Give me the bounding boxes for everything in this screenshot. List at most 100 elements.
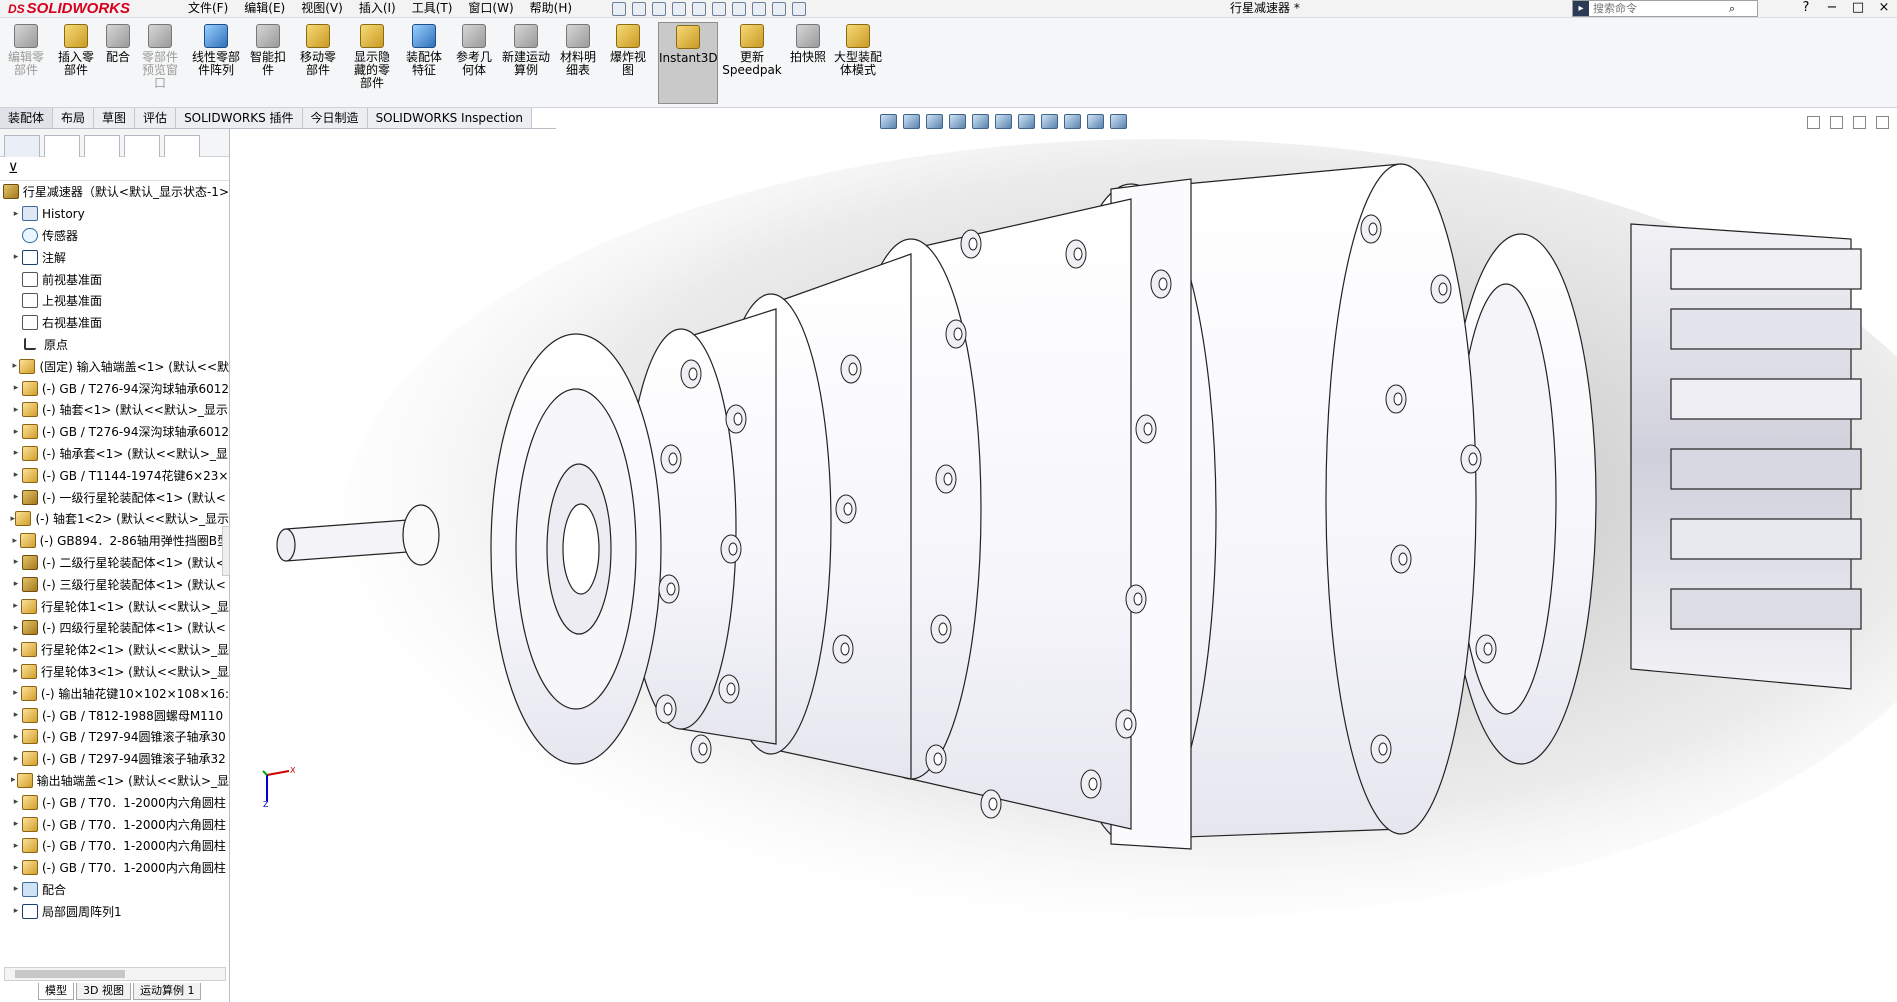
expand-arrow-icon[interactable]: ▸ (10, 906, 22, 916)
tree-item[interactable]: ▸ (-) 二级行星轮装配体<1> (默认< (0, 552, 229, 574)
zoom-to-fit-icon[interactable] (880, 114, 897, 129)
close-button[interactable]: × (1871, 0, 1897, 18)
expand-arrow-icon[interactable]: ▸ (10, 557, 22, 567)
tab-assembly[interactable]: 装配体 (0, 108, 54, 128)
tab-motion-study[interactable]: 运动算例 1 (132, 983, 202, 1000)
tree-horizontal-scrollbar[interactable] (4, 967, 226, 981)
edit-appearance-icon[interactable] (1064, 114, 1081, 129)
scrollbar-thumb[interactable] (15, 970, 125, 978)
search-input[interactable] (1589, 1, 1729, 16)
tree-item[interactable]: ▸ (-) GB / T70．1-2000内六角圆柱 (0, 813, 229, 835)
new-document-icon[interactable] (632, 2, 646, 16)
tree-item[interactable]: 原点 (0, 334, 229, 356)
dynamic-annotation-icon[interactable] (972, 114, 989, 129)
search-box[interactable]: ▸ ⌕ (1572, 0, 1758, 17)
graphics-area[interactable]: X Z (231, 129, 1897, 1002)
tree-item[interactable]: ▸ (-) 四级行星轮装配体<1> (默认< (0, 617, 229, 639)
new-motion-study-button[interactable]: 新建运动算例 (502, 22, 550, 104)
search-scope-icon[interactable]: ▸ (1573, 1, 1589, 16)
home-icon[interactable] (612, 2, 626, 16)
expand-arrow-icon[interactable]: ▸ (10, 448, 22, 458)
expand-arrow-icon[interactable]: ▸ (10, 492, 22, 502)
smart-fasteners-button[interactable]: 智能扣件 (248, 22, 288, 104)
tree-item[interactable]: 右视基准面 (0, 312, 229, 334)
component-preview-button[interactable]: 零部件预览窗口 (138, 22, 182, 104)
menu-item[interactable]: 工具(T) (404, 0, 461, 18)
expand-arrow-icon[interactable]: ▸ (10, 819, 22, 829)
bill-of-materials-button[interactable]: 材料明细表 (556, 22, 600, 104)
viewport-restore-icon[interactable] (1807, 116, 1820, 129)
open-icon[interactable] (652, 2, 666, 16)
expand-arrow-icon[interactable]: ▸ (10, 863, 22, 873)
tree-item[interactable]: 传感器 (0, 225, 229, 247)
tree-item[interactable]: ▸ (-) GB894．2-86轴用弹性挡圈B型 (0, 530, 229, 552)
viewport-split-icon[interactable] (1830, 116, 1843, 129)
expand-arrow-icon[interactable]: ▸ (10, 209, 22, 219)
options-gear-icon[interactable] (792, 2, 806, 16)
update-speedpak-button[interactable]: 更新Speedpak (722, 22, 782, 104)
expand-arrow-icon[interactable]: ▸ (10, 361, 19, 371)
tab-layout[interactable]: 布局 (53, 108, 95, 128)
hide-show-items-icon[interactable] (1041, 114, 1058, 129)
menu-item[interactable]: 编辑(E) (236, 0, 293, 18)
exploded-view-button[interactable]: 爆炸视图 (606, 22, 650, 104)
instant3d-button[interactable]: Instant3D (658, 22, 718, 104)
apply-scene-icon[interactable] (1087, 114, 1104, 129)
tree-item[interactable]: ▸ (固定) 输入轴端盖<1> (默认<<默 (0, 355, 229, 377)
tree-item[interactable]: ▸ (-) GB / T276-94深沟球轴承6012 (0, 421, 229, 443)
tree-item[interactable]: ▸ (-) GB / T70．1-2000内六角圆柱 (0, 857, 229, 879)
menu-item[interactable]: 帮助(H) (522, 0, 580, 18)
tree-item[interactable]: ▸ (-) GB / T1144-1974花键6×23× (0, 464, 229, 486)
tree-item[interactable]: ▸ (-) 一级行星轮装配体<1> (默认< (0, 486, 229, 508)
tree-item[interactable]: ▸ 输出轴端盖<1> (默认<<默认>_显 (0, 770, 229, 792)
expand-arrow-icon[interactable]: ▸ (10, 601, 21, 611)
property-manager-tab-icon[interactable] (44, 134, 80, 157)
filter-icon[interactable]: ⊻ (8, 161, 18, 177)
tab-mfg[interactable]: 今日制造 (302, 108, 368, 128)
tab-addins[interactable]: SOLIDWORKS 插件 (176, 108, 303, 128)
tree-item[interactable]: ▸ (-) GB / T276-94深沟球轴承6012 (0, 377, 229, 399)
tree-item[interactable]: ▸ 局部圆周阵列1 (0, 900, 229, 922)
tab-3d-view[interactable]: 3D 视图 (76, 983, 131, 1000)
feature-manager-tab-icon[interactable] (4, 134, 40, 157)
insert-component-button[interactable]: 插入零部件 (54, 22, 98, 104)
menu-item[interactable]: 窗口(W) (460, 0, 521, 18)
search-icon[interactable]: ⌕ (1729, 2, 1735, 16)
tree-item[interactable]: ▸ (-) GB / T70．1-2000内六角圆柱 (0, 835, 229, 857)
maximize-button[interactable]: □ (1845, 0, 1871, 18)
move-component-button[interactable]: 移动零部件 (296, 22, 340, 104)
section-view-icon[interactable] (949, 114, 966, 129)
view-orientation-icon[interactable] (995, 114, 1012, 129)
panel-resize-handle[interactable] (222, 526, 230, 576)
large-assembly-mode-button[interactable]: 大型装配体模式 (834, 22, 882, 104)
expand-arrow-icon[interactable]: ▸ (10, 666, 21, 676)
tree-item[interactable]: ▸ (-) 轴套1<2> (默认<<默认>_显示 (0, 508, 229, 530)
expand-arrow-icon[interactable]: ▸ (10, 797, 22, 807)
tree-item[interactable]: ▸ History (0, 203, 229, 225)
undo-icon[interactable] (712, 2, 726, 16)
help-button[interactable]: ? (1793, 0, 1819, 18)
configuration-manager-tab-icon[interactable] (84, 134, 120, 157)
mate-button[interactable]: 配合 (102, 22, 134, 104)
tree-item[interactable]: 前视基准面 (0, 268, 229, 290)
tree-item[interactable]: ▸ (-) GB / T297-94圆锥滚子轴承30 (0, 726, 229, 748)
previous-view-icon[interactable] (926, 114, 943, 129)
take-snapshot-button[interactable]: 拍快照 (786, 22, 830, 104)
menu-item[interactable]: 插入(I) (351, 0, 404, 18)
tree-item[interactable]: ▸ (-) 三级行星轮装配体<1> (默认< (0, 573, 229, 595)
tree-item[interactable]: ▸ 行星轮体3<1> (默认<<默认>_显 (0, 661, 229, 683)
save-icon[interactable] (672, 2, 686, 16)
tree-root[interactable]: 行星减速器（默认<默认_显示状态-1> (0, 181, 229, 203)
rebuild-icon[interactable] (752, 2, 766, 16)
tree-item[interactable]: ▸ (-) 输出轴花键10×102×108×16: (0, 682, 229, 704)
expand-arrow-icon[interactable]: ▸ (10, 710, 22, 720)
display-style-icon[interactable] (1018, 114, 1035, 129)
minimize-button[interactable]: − (1819, 0, 1845, 18)
expand-arrow-icon[interactable]: ▸ (10, 732, 22, 742)
expand-arrow-icon[interactable]: ▸ (10, 427, 22, 437)
tree-item[interactable]: ▸ (-) GB / T812-1988圆螺母M110 (0, 704, 229, 726)
expand-arrow-icon[interactable]: ▸ (10, 645, 21, 655)
tree-item[interactable]: ▸ 配合 (0, 879, 229, 901)
expand-arrow-icon[interactable]: ▸ (10, 775, 17, 785)
expand-arrow-icon[interactable]: ▸ (10, 579, 22, 589)
